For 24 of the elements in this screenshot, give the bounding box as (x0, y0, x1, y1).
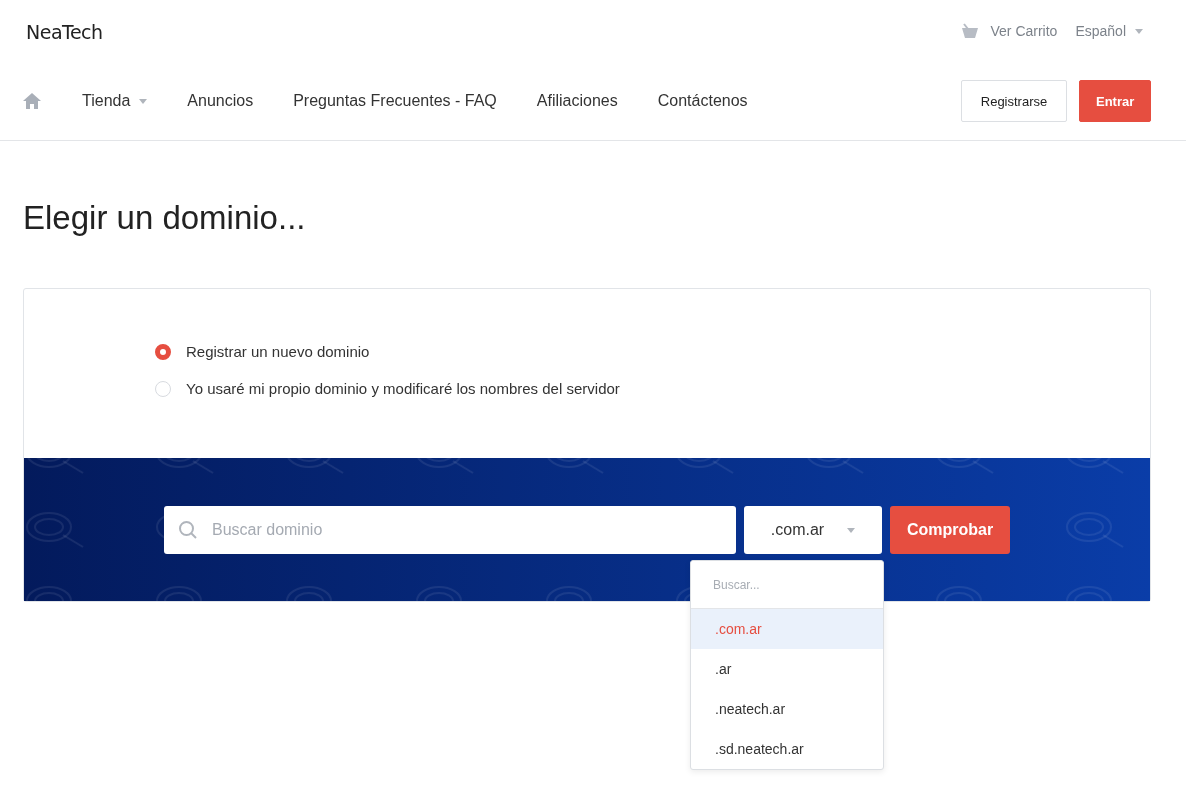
nav-link[interactable]: Tienda (82, 92, 148, 110)
domain-search-field[interactable]: Buscar dominio (164, 506, 736, 554)
tld-dropdown[interactable]: .com.ar (744, 506, 882, 554)
menu-item[interactable]: .ar (691, 649, 883, 689)
menu-item[interactable]: .neatech.ar (691, 689, 883, 729)
menu-search-field[interactable]: Buscar... (691, 561, 883, 609)
basket-icon (960, 23, 981, 39)
login-button[interactable]: Entrar (1079, 80, 1151, 122)
nav-link[interactable]: Preguntas Frecuentes - FAQ (293, 92, 497, 110)
search-icon (178, 520, 198, 540)
home-icon[interactable] (22, 92, 42, 110)
nav-link[interactable]: Anuncios (187, 92, 254, 110)
language-selector[interactable]: Español (1075, 23, 1143, 39)
cart-link[interactable]: Ver Carrito (990, 23, 1058, 39)
nav-link[interactable]: Contáctenos (657, 92, 748, 110)
logo[interactable]: NeaTech (26, 19, 103, 43)
menu-item[interactable]: .sd.neatech.ar (691, 729, 883, 769)
page-title: Elegir un dominio... (23, 199, 307, 237)
nav-link[interactable]: Afiliaciones (536, 92, 618, 110)
radio-button[interactable] (155, 343, 171, 360)
check-button[interactable]: Comprobar (890, 506, 1010, 554)
radio-label[interactable]: Yo usaré mi propio dominio y modificaré los nombres del servidor (186, 380, 620, 397)
radio-label[interactable]: Registrar un nuevo dominio (186, 343, 370, 360)
register-button[interactable]: Registrarse (961, 80, 1067, 122)
